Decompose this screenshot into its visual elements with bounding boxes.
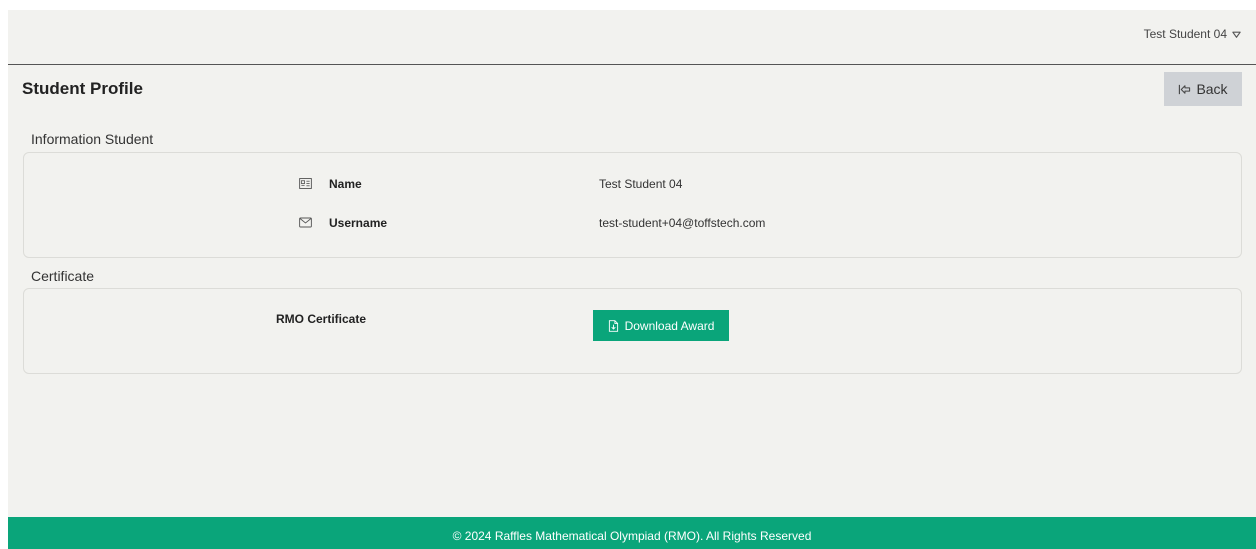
back-arrow-icon [1179, 84, 1191, 94]
username-label: Username [329, 216, 388, 230]
envelope-icon [299, 217, 312, 228]
rmo-certificate-label: RMO Certificate [276, 312, 367, 326]
download-award-label: Download Award [624, 318, 715, 333]
certificate-section-heading: Certificate [31, 268, 95, 284]
information-section-heading: Information Student [31, 131, 154, 147]
page-footer: © 2024 Raffles Mathematical Olympiad (RM… [8, 517, 1256, 549]
username-value: test-student+04@toffstech.com [599, 216, 766, 230]
back-button-label: Back [1196, 81, 1228, 97]
chevron-down-icon [1232, 31, 1241, 38]
footer-copyright: © 2024 Raffles Mathematical Olympiad (RM… [452, 529, 812, 543]
download-award-button[interactable]: Download Award [593, 310, 729, 341]
back-button[interactable]: Back [1164, 72, 1242, 106]
user-menu-name: Test Student 04 [1143, 27, 1227, 41]
name-value: Test Student 04 [599, 177, 683, 191]
id-card-icon [299, 178, 312, 189]
name-label: Name [329, 177, 362, 191]
app-shell: Test Student 04 Student Profile Back Inf… [8, 10, 1256, 549]
information-card: Name Test Student 04 Username test-stude… [23, 152, 1242, 258]
certificate-card: RMO Certificate Download Award [23, 288, 1242, 374]
user-menu-dropdown[interactable]: Test Student 04 [1144, 27, 1242, 41]
top-navbar: Test Student 04 [8, 10, 1256, 65]
document-icon [608, 319, 618, 332]
page-title: Student Profile [22, 79, 143, 98]
